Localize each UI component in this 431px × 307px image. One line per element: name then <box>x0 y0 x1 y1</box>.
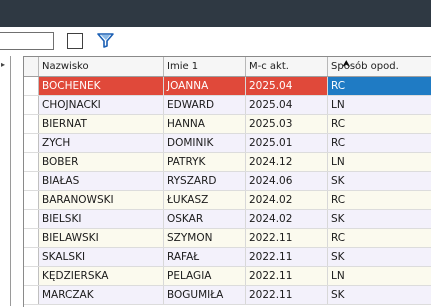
row-indicator[interactable] <box>24 229 39 247</box>
cell-sposob-opod[interactable]: RC <box>328 191 431 209</box>
cell-mc-akt[interactable]: 2022.11 <box>246 229 328 247</box>
table-row[interactable]: BOBER PATRYK 2024.12 LN <box>24 153 431 172</box>
cell-sposob-opod[interactable]: LN <box>328 96 431 114</box>
cell-imie[interactable]: SZYMON <box>164 229 246 247</box>
cell-imie[interactable]: JOANNA <box>164 77 246 95</box>
cell-nazwisko[interactable]: BIERNAT <box>39 115 164 133</box>
cell-mc-akt[interactable]: 2025.03 <box>246 115 328 133</box>
table-row[interactable]: SKALSKI RAFAŁ 2022.11 SK <box>24 248 431 267</box>
cell-imie[interactable]: RYSZARD <box>164 172 246 190</box>
table-row[interactable]: BARANOWSKI ŁUKASZ 2024.02 RC <box>24 191 431 210</box>
cell-sposob-opod[interactable]: SK <box>328 248 431 266</box>
row-indicator[interactable] <box>24 210 39 228</box>
side-panel: ▸ <box>0 56 11 306</box>
cell-nazwisko[interactable]: ZYCH <box>39 134 164 152</box>
cell-mc-akt[interactable]: 2024.12 <box>246 153 328 171</box>
cell-nazwisko[interactable]: BIELSKI <box>39 210 164 228</box>
cell-nazwisko[interactable]: BOCHENEK <box>39 77 164 95</box>
cell-imie[interactable]: PELAGIA <box>164 267 246 285</box>
column-header-sposob-opod[interactable]: Sposób opod. <box>328 57 431 76</box>
window-titlebar <box>0 0 431 27</box>
cell-mc-akt[interactable]: 2025.04 <box>246 77 328 95</box>
table-row[interactable]: BOCHENEK JOANNA 2025.04 RC <box>24 77 431 96</box>
cell-nazwisko[interactable]: BIAŁAS <box>39 172 164 190</box>
grid-header: Nazwisko Imie 1 M-c akt. ⮝ Sposób opod. <box>24 57 431 77</box>
cell-imie[interactable]: PATRYK <box>164 153 246 171</box>
cell-imie[interactable]: EDWARD <box>164 96 246 114</box>
cell-imie[interactable]: RAFAŁ <box>164 248 246 266</box>
cell-sposob-opod[interactable]: RC <box>328 229 431 247</box>
cell-imie[interactable]: ŁUKASZ <box>164 191 246 209</box>
row-indicator[interactable] <box>24 248 39 266</box>
row-indicator[interactable] <box>24 286 39 304</box>
column-header-mc-akt[interactable]: M-c akt. <box>246 57 328 76</box>
cell-sposob-opod[interactable]: LN <box>328 267 431 285</box>
cell-imie[interactable]: HANNA <box>164 115 246 133</box>
cell-sposob-opod[interactable]: RC <box>328 115 431 133</box>
cell-nazwisko[interactable]: KĘDZIERSKA <box>39 267 164 285</box>
cell-mc-akt[interactable]: 2025.04 <box>246 96 328 114</box>
table-row[interactable]: BIELAWSKI SZYMON 2022.11 RC <box>24 229 431 248</box>
cell-mc-akt[interactable]: 2025.01 <box>246 134 328 152</box>
table-row[interactable]: ZYCH DOMINIK 2025.01 RC <box>24 134 431 153</box>
row-indicator[interactable] <box>24 134 39 152</box>
cell-mc-akt[interactable]: 2022.11 <box>246 248 328 266</box>
filter-funnel-icon[interactable] <box>97 32 115 48</box>
cell-nazwisko[interactable]: CHOJNACKI <box>39 96 164 114</box>
table-row[interactable]: KĘDZIERSKA PELAGIA 2022.11 LN <box>24 267 431 286</box>
cell-sposob-opod[interactable]: LN <box>328 153 431 171</box>
chevron-right-icon[interactable]: ▸ <box>1 60 5 69</box>
cell-nazwisko[interactable]: BARANOWSKI <box>39 191 164 209</box>
cell-mc-akt[interactable]: 2024.06 <box>246 172 328 190</box>
search-input[interactable] <box>0 32 54 50</box>
row-indicator[interactable] <box>24 96 39 114</box>
cell-mc-akt[interactable]: 2024.02 <box>246 210 328 228</box>
row-indicator[interactable] <box>24 191 39 209</box>
column-header-nazwisko[interactable]: Nazwisko <box>39 57 164 76</box>
table-row[interactable]: BIAŁAS RYSZARD 2024.06 SK <box>24 172 431 191</box>
cell-imie[interactable]: DOMINIK <box>164 134 246 152</box>
cell-mc-akt[interactable]: 2024.02 <box>246 191 328 209</box>
cell-sposob-opod[interactable]: SK <box>328 286 431 304</box>
row-indicator[interactable] <box>24 115 39 133</box>
cell-imie[interactable]: BOGUMIŁA <box>164 286 246 304</box>
cell-nazwisko[interactable]: BIELAWSKI <box>39 229 164 247</box>
cell-mc-akt[interactable]: 2022.11 <box>246 267 328 285</box>
table-row[interactable]: BIERNAT HANNA 2025.03 RC <box>24 115 431 134</box>
cell-nazwisko[interactable]: SKALSKI <box>39 248 164 266</box>
cell-imie[interactable]: OSKAR <box>164 210 246 228</box>
table-row[interactable]: MARCZAK BOGUMIŁA 2022.11 SK <box>24 286 431 305</box>
cell-nazwisko[interactable]: BOBER <box>39 153 164 171</box>
row-indicator[interactable] <box>24 267 39 285</box>
toolbar <box>0 27 431 54</box>
table-row[interactable]: CHOJNACKI EDWARD 2025.04 LN <box>24 96 431 115</box>
row-indicator[interactable] <box>24 172 39 190</box>
cell-sposob-opod[interactable]: SK <box>328 172 431 190</box>
cell-mc-akt[interactable]: 2022.11 <box>246 286 328 304</box>
row-indicator[interactable] <box>24 153 39 171</box>
cell-sposob-opod[interactable]: SK <box>328 210 431 228</box>
cell-nazwisko[interactable]: MARCZAK <box>39 286 164 304</box>
cell-sposob-opod[interactable]: RC <box>328 77 431 95</box>
column-header-imie[interactable]: Imie 1 <box>164 57 246 76</box>
filter-checkbox[interactable] <box>67 33 83 49</box>
header-indicator-cell <box>24 57 39 76</box>
employee-grid: Nazwisko Imie 1 M-c akt. ⮝ Sposób opod. … <box>23 56 431 307</box>
cell-sposob-opod[interactable]: RC <box>328 134 431 152</box>
table-row[interactable]: BIELSKI OSKAR 2024.02 SK <box>24 210 431 229</box>
row-indicator[interactable] <box>24 77 39 95</box>
